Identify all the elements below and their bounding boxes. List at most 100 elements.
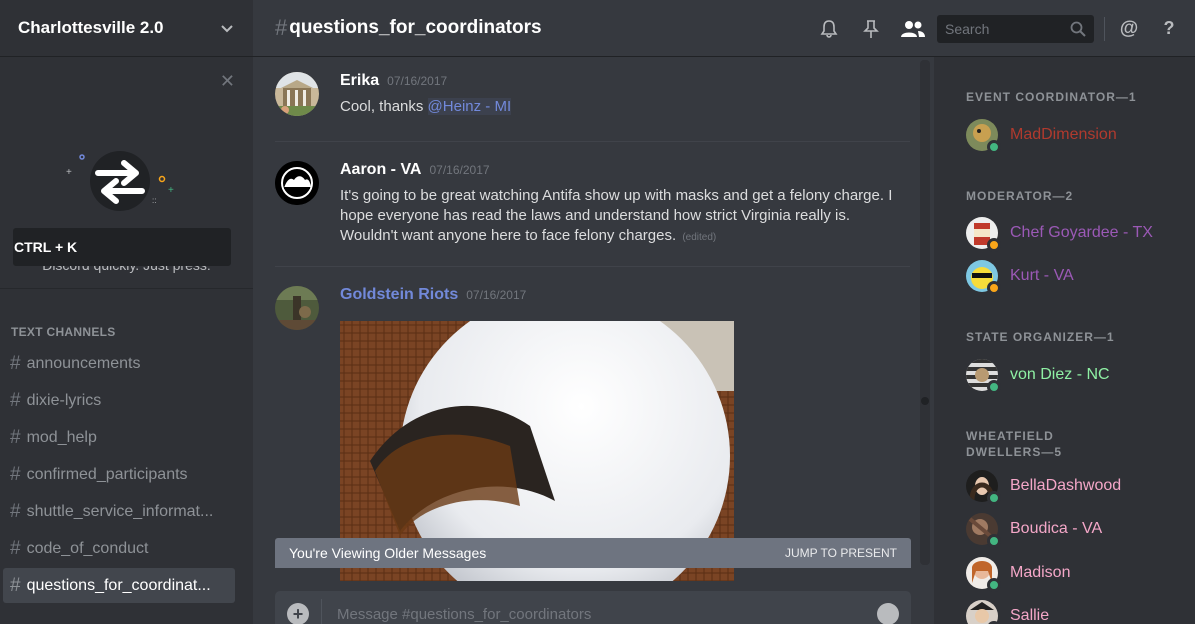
bell-icon[interactable]: [815, 15, 843, 43]
channel-label: mod_help: [26, 428, 97, 446]
member-item[interactable]: Boudica - VA: [966, 511, 1103, 548]
hash-icon: #: [10, 463, 21, 485]
composer-divider: [321, 599, 322, 624]
online-status-icon: [987, 491, 1001, 505]
guild-header[interactable]: Charlottesville 2.0: [0, 0, 253, 57]
idle-status-icon: [987, 238, 1001, 252]
older-messages-bar: You're Viewing Older Messages JUMP TO PR…: [275, 538, 911, 568]
channel-label: shuttle_service_informat...: [26, 502, 214, 520]
role-header-state-organizer: STATE ORGANIZER—1: [966, 330, 1115, 344]
channel-sidebar: Charlottesville 2.0 ✕ + + :: Use Quick S…: [0, 0, 253, 624]
mention-icon[interactable]: @: [1115, 15, 1143, 43]
member-item[interactable]: Sallie: [966, 598, 1049, 624]
upload-plus-icon[interactable]: +: [287, 603, 309, 624]
hash-icon: #: [10, 500, 21, 522]
member-item[interactable]: Madison: [966, 555, 1071, 592]
role-header-moderator: MODERATOR—2: [966, 189, 1074, 203]
member-name: Sallie: [1010, 607, 1050, 624]
close-icon[interactable]: ✕: [220, 71, 235, 92]
role-header-wheatfield-dwellers: WHEATFIELD DWELLERS—5: [966, 429, 1063, 459]
avatar: [966, 600, 1001, 624]
channel-label: announcements: [26, 354, 141, 372]
avatar[interactable]: [275, 72, 319, 116]
chevron-down-icon[interactable]: [219, 20, 235, 36]
message-divider: [275, 266, 910, 267]
member-item[interactable]: Kurt - VA: [966, 258, 1074, 295]
avatar: [966, 513, 1001, 548]
member-item[interactable]: BellaDashwood: [966, 468, 1122, 505]
timestamp: 07/16/2017: [429, 163, 490, 177]
member-name: Madison: [1010, 564, 1071, 581]
avatar: [966, 119, 1001, 154]
quick-switcher-icon: + + ::: [66, 151, 174, 211]
svg-text:+: +: [168, 185, 174, 196]
shortcut-button[interactable]: CTRL + K: [13, 228, 231, 266]
channel-label: dixie-lyrics: [26, 391, 102, 409]
avatar: [966, 557, 1001, 592]
message-content: It's going to be great watching Antifa s…: [340, 186, 910, 248]
toolbar-divider: [1104, 16, 1105, 41]
hash-icon: #: [10, 352, 21, 374]
message-scrollbar[interactable]: [920, 60, 930, 565]
online-status-icon: [987, 380, 1001, 394]
message-input[interactable]: Message #questions_for_coordinators: [337, 606, 591, 623]
channel-title: questions_for_coordinators: [289, 17, 542, 38]
hash-icon: #: [10, 426, 21, 448]
channel-announcements[interactable]: # announcements: [3, 346, 235, 381]
message-item: Erika 07/16/2017 Cool, thanks @Heinz - M…: [275, 72, 910, 132]
message-header: Erika 07/16/2017: [340, 72, 447, 90]
channel-confirmed-participants[interactable]: # confirmed_participants: [3, 457, 235, 492]
author-name[interactable]: Aaron - VA: [340, 161, 421, 179]
timestamp: 07/16/2017: [387, 74, 448, 88]
message-content: Cool, thanks @Heinz - MI: [340, 97, 910, 117]
member-name: Boudica - VA: [1010, 520, 1103, 537]
author-name[interactable]: Erika: [340, 72, 379, 90]
channel-dixie-lyrics[interactable]: # dixie-lyrics: [3, 383, 235, 418]
guild-name: Charlottesville 2.0: [18, 18, 164, 37]
pin-icon[interactable]: [857, 15, 885, 43]
member-item[interactable]: Chef Goyardee - TX: [966, 215, 1153, 252]
message-header: Aaron - VA 07/16/2017: [340, 161, 490, 179]
message-text: Cool, thanks: [340, 98, 428, 115]
member-name: BellaDashwood: [1010, 477, 1122, 494]
hash-icon: #: [10, 389, 21, 411]
channel-header: # questions_for_coordinators Search @ ?: [253, 0, 1195, 57]
emoji-icon[interactable]: [877, 603, 899, 624]
channel-code-of-conduct[interactable]: # code_of_conduct: [3, 531, 235, 566]
message-divider: [275, 141, 910, 142]
avatar: [966, 217, 1001, 252]
online-status-icon: [987, 534, 1001, 548]
message-header: Goldstein Riots 07/16/2017: [340, 286, 526, 304]
timestamp: 07/16/2017: [466, 288, 527, 302]
channel-questions-for-coordinators[interactable]: # questions_for_coordinat...: [3, 568, 235, 603]
hash-icon: #: [10, 537, 21, 559]
jump-to-present-button[interactable]: JUMP TO PRESENT: [785, 546, 897, 560]
svg-text:+: +: [66, 167, 72, 178]
svg-text:::: ::: [152, 196, 156, 205]
channel-shuttle-service[interactable]: # shuttle_service_informat...: [3, 494, 235, 529]
avatar[interactable]: [275, 286, 319, 330]
member-item[interactable]: von Diez - NC: [966, 357, 1110, 394]
message-composer: + Message #questions_for_coordinators: [275, 591, 911, 624]
scrollbar-thumb[interactable]: [921, 397, 929, 405]
avatar[interactable]: [275, 161, 319, 205]
user-mention[interactable]: @Heinz - MI: [427, 98, 512, 115]
member-name: Kurt - VA: [1010, 267, 1074, 284]
avatar: [966, 260, 1001, 295]
member-name: MadDimension: [1010, 126, 1117, 143]
member-name: Chef Goyardee - TX: [1010, 224, 1153, 241]
idle-status-icon: [987, 281, 1001, 295]
category-text-channels[interactable]: TEXT CHANNELS: [0, 318, 253, 346]
search-placeholder: Search: [945, 20, 990, 37]
help-icon[interactable]: ?: [1155, 15, 1183, 43]
hash-icon: #: [10, 574, 21, 596]
member-list: EVENT COORDINATOR—1 MadDimension MODERAT…: [934, 57, 1195, 624]
channel-mod-help[interactable]: # mod_help: [3, 420, 235, 455]
search-input[interactable]: Search: [937, 14, 1094, 43]
members-icon[interactable]: [899, 15, 927, 43]
member-item[interactable]: MadDimension: [966, 117, 1117, 154]
hash-icon: #: [275, 15, 288, 40]
channel-label: code_of_conduct: [26, 539, 149, 557]
author-name[interactable]: Goldstein Riots: [340, 286, 458, 304]
role-header-event-coordinator: EVENT COORDINATOR—1: [966, 90, 1137, 104]
